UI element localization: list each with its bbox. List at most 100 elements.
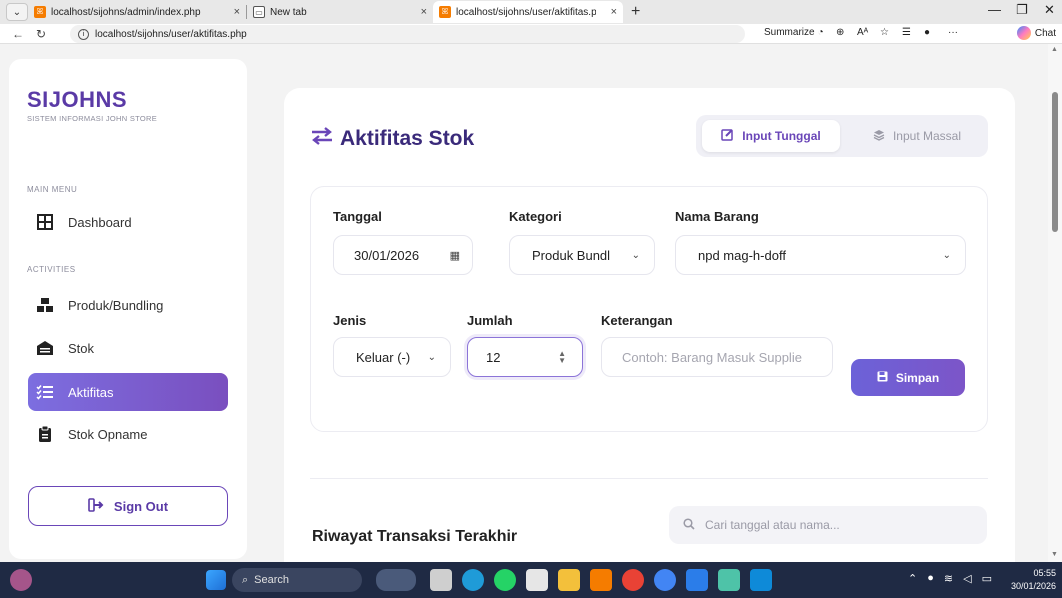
tanggal-field[interactable]: 30/01/2026 ▦ xyxy=(333,235,473,275)
tab-user-aktifitas[interactable]: ꕤ localhost/sijohns/user/aktifitas.php × xyxy=(433,1,623,23)
taskbar-search[interactable]: ⌕ Search xyxy=(232,568,362,592)
keterangan-input[interactable]: Contoh: Barang Masuk Supplie xyxy=(601,337,833,377)
simpan-button[interactable]: Simpan xyxy=(851,359,965,396)
sidebar-item-aktifitas[interactable]: Aktifitas xyxy=(28,373,228,411)
main-panel: Aktifitas Stok Input Tunggal Input Massa… xyxy=(284,88,1015,562)
kategori-label: Kategori xyxy=(509,209,562,224)
kategori-select[interactable]: Produk Bundl ⌄ xyxy=(509,235,655,275)
sidebar-item-label: Stok Opname xyxy=(68,426,148,442)
new-tab-button[interactable]: + xyxy=(631,3,640,21)
sign-out-button[interactable]: Sign Out xyxy=(28,486,228,526)
nama-barang-label: Nama Barang xyxy=(675,209,759,224)
jumlah-label: Jumlah xyxy=(467,313,513,328)
section-divider xyxy=(310,478,988,479)
sidebar-item-stok-opname[interactable]: Stok Opname xyxy=(28,416,228,452)
read-aloud-icon[interactable]: Aᴬ xyxy=(857,27,868,38)
jumlah-value: 12 xyxy=(486,349,501,365)
url-field[interactable]: i localhost/sijohns/user/aktifitas.php xyxy=(70,25,745,43)
jenis-select[interactable]: Keluar (-) ⌄ xyxy=(333,337,451,377)
history-search-input[interactable]: Cari tanggal atau nama... xyxy=(669,506,987,544)
scroll-up-icon[interactable]: ▲ xyxy=(1051,46,1058,53)
sidebar-item-stok[interactable]: Stok xyxy=(28,330,228,366)
activities-heading: ACTIVITIES xyxy=(27,265,76,274)
warehouse-icon xyxy=(35,338,55,358)
clock-time: 05:55 xyxy=(1033,568,1056,578)
chrome-icon[interactable] xyxy=(622,569,644,591)
zoom-icon[interactable]: ⊕ xyxy=(836,27,844,38)
task-view-icon[interactable] xyxy=(430,569,452,591)
sidebar-item-dashboard[interactable]: Dashboard xyxy=(28,204,228,240)
edge-icon[interactable] xyxy=(462,569,484,591)
weather-widget-icon[interactable] xyxy=(10,569,32,591)
battery-icon[interactable]: ▭ xyxy=(982,572,992,585)
brand-logo: SIJOHNS xyxy=(27,87,128,112)
jumlah-input[interactable]: 12 ▲ ▼ xyxy=(467,337,583,377)
tanggal-label: Tanggal xyxy=(333,209,382,224)
chevron-down-icon: ⌄ xyxy=(942,249,951,261)
photos-icon[interactable] xyxy=(718,569,740,591)
summarize-button[interactable]: Summarize ◔ xyxy=(764,27,824,38)
scroll-down-icon[interactable]: ▼ xyxy=(1051,551,1058,558)
page-title: Aktifitas Stok xyxy=(310,126,474,152)
file-explorer-icon[interactable] xyxy=(558,569,580,591)
input-mode-switch: Input Tunggal Input Massal xyxy=(696,115,988,157)
restore-icon[interactable]: ❐ xyxy=(1016,2,1028,18)
tab-title: localhost/sijohns/admin/index.php xyxy=(51,6,201,18)
favorite-star-icon[interactable]: ☆ xyxy=(880,27,889,38)
input-tunggal-button[interactable]: Input Tunggal xyxy=(702,120,840,152)
close-tab-icon[interactable]: × xyxy=(234,6,240,18)
dashboard-icon xyxy=(35,212,55,232)
app-icon[interactable] xyxy=(686,569,708,591)
sidebar-item-produk-bundling[interactable]: Produk/Bundling xyxy=(28,287,228,323)
volume-icon[interactable]: ◁ xyxy=(963,572,971,585)
taskbar: ⌕ Search ⌃ ● ≋ ◁ ▭ 05:55 30/01/2026 xyxy=(0,562,1062,598)
keterangan-placeholder: Contoh: Barang Masuk Supplie xyxy=(622,349,802,365)
jenis-label: Jenis xyxy=(333,313,367,328)
info-icon[interactable]: i xyxy=(78,28,89,40)
clipboard-icon xyxy=(35,424,55,444)
windows-start-icon[interactable] xyxy=(206,570,226,590)
refresh-icon[interactable]: ↻ xyxy=(36,27,46,41)
xampp-icon: ꕤ xyxy=(34,6,46,18)
xampp-taskbar-icon[interactable] xyxy=(590,569,612,591)
brand-subtitle: SISTEM INFORMASI JOHN STORE xyxy=(27,114,158,123)
chevron-up-icon[interactable]: ⌃ xyxy=(908,572,917,585)
tab-admin-index[interactable]: ꕤ localhost/sijohns/admin/index.php × xyxy=(28,1,246,23)
chevron-down-icon: ⌄ xyxy=(427,351,436,363)
close-tab-icon[interactable]: × xyxy=(611,6,617,18)
wifi-icon[interactable]: ≋ xyxy=(944,572,953,585)
summarize-icon: ◔ xyxy=(817,27,824,38)
chevron-down-icon: ⌄ xyxy=(631,249,640,261)
number-stepper-icon[interactable]: ▲ ▼ xyxy=(558,350,566,365)
whatsapp-icon[interactable] xyxy=(494,569,516,591)
tab-actions-button[interactable]: ⌄ xyxy=(6,3,28,21)
clock[interactable]: 05:55 30/01/2026 xyxy=(1011,567,1056,593)
close-window-icon[interactable]: ✕ xyxy=(1044,2,1055,18)
summarize-label: Summarize xyxy=(764,27,815,38)
vscode-icon[interactable] xyxy=(750,569,772,591)
favorites-icon[interactable]: ☰ xyxy=(902,27,911,38)
copilot-chat-button[interactable]: Chat xyxy=(1016,26,1056,40)
tab-new-tab[interactable]: ▭ New tab × xyxy=(247,1,433,23)
search-icon: ⌕ xyxy=(242,573,249,586)
more-icon[interactable]: ··· xyxy=(948,27,958,38)
store-icon[interactable] xyxy=(526,569,548,591)
news-widget-icon[interactable] xyxy=(376,569,416,591)
input-massal-button[interactable]: Input Massal xyxy=(856,120,978,152)
antivirus-icon[interactable]: ● xyxy=(927,572,934,585)
back-icon[interactable]: ← xyxy=(12,27,24,41)
new-tab-page-icon: ▭ xyxy=(253,6,265,18)
calendar-icon[interactable]: ▦ xyxy=(450,249,460,262)
browser-chrome: ⌄ ꕤ localhost/sijohns/admin/index.php × … xyxy=(0,0,1062,44)
kategori-value: Produk Bundl xyxy=(532,247,611,263)
simpan-label: Simpan xyxy=(895,370,940,385)
chrome-profile-icon[interactable] xyxy=(654,569,676,591)
page-scrollbar[interactable]: ▲ ▼ xyxy=(1048,44,1062,562)
edit-icon xyxy=(721,128,734,144)
nama-barang-select[interactable]: npd mag-h-doff ⌄ xyxy=(675,235,966,275)
close-tab-icon[interactable]: × xyxy=(421,6,427,18)
profile-avatar[interactable]: ● xyxy=(924,27,930,38)
list-icon xyxy=(35,382,55,402)
minimize-icon[interactable]: — xyxy=(988,2,1001,17)
scrollbar-thumb[interactable] xyxy=(1052,92,1058,232)
